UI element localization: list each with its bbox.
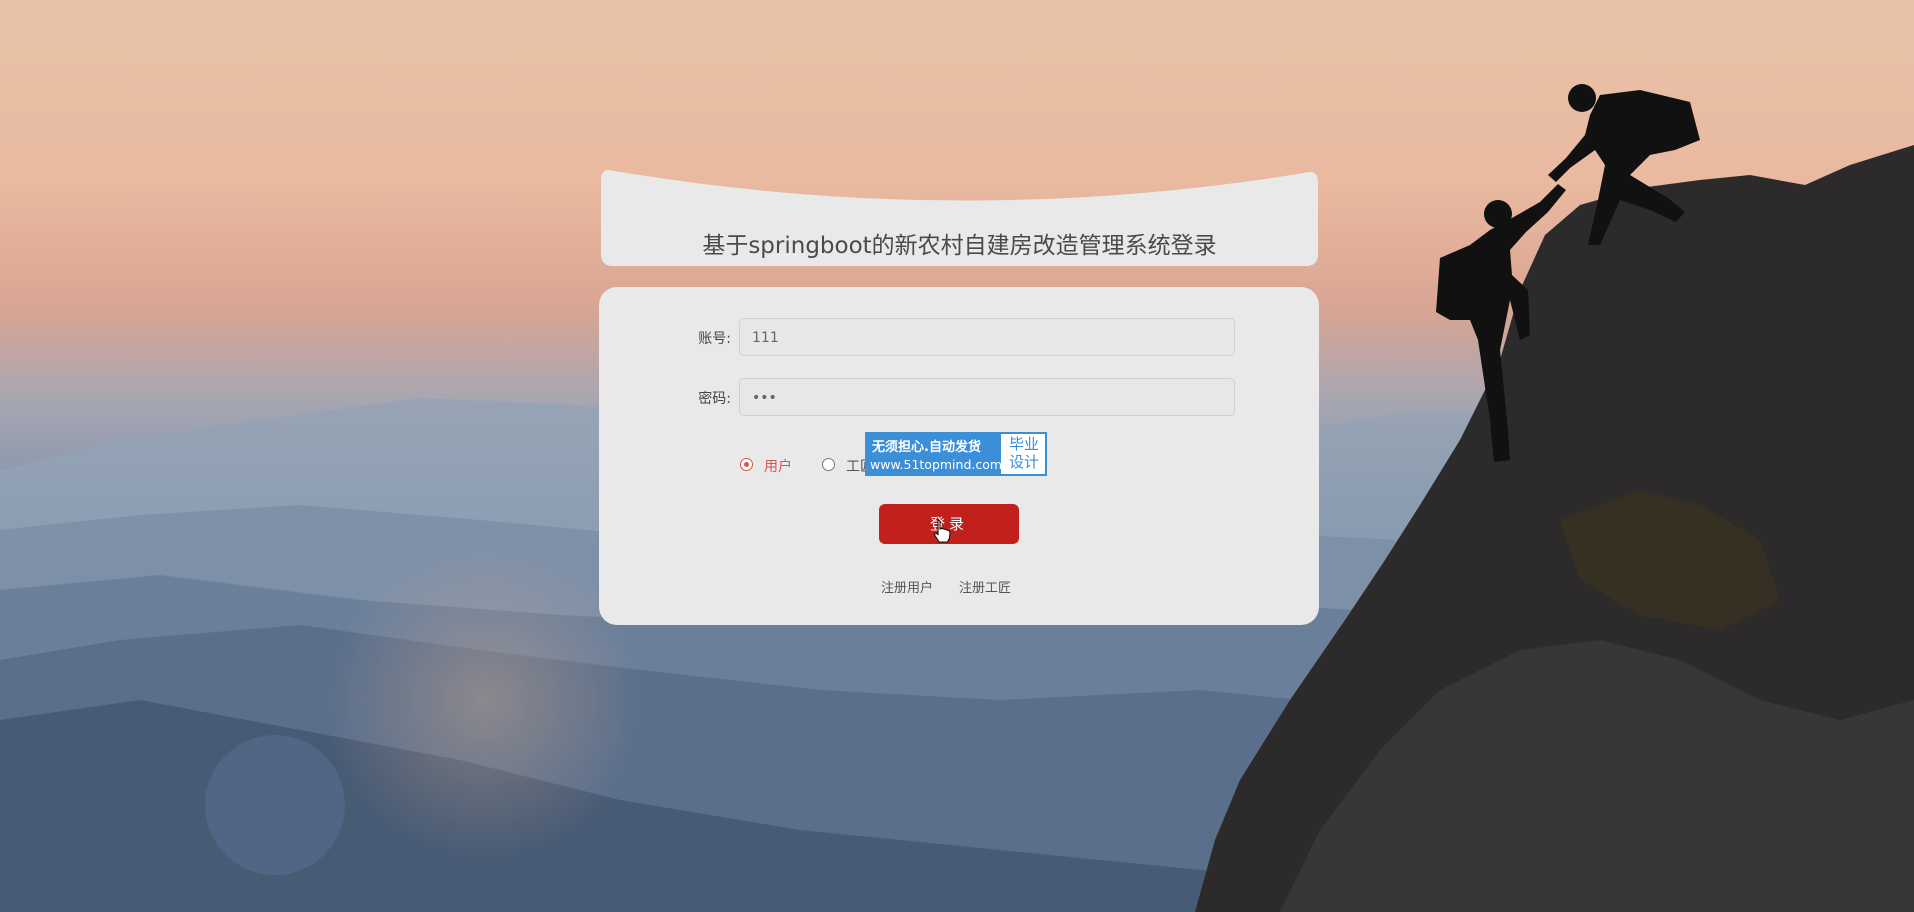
- account-input[interactable]: 111: [739, 318, 1235, 356]
- register-craftsman-link[interactable]: 注册工匠: [959, 577, 1011, 596]
- watermark-line2: www.51topmind.com: [870, 457, 1003, 472]
- password-label: 密码:: [698, 391, 731, 407]
- radio-unchecked-icon[interactable]: [822, 458, 835, 471]
- account-row: 账号: 111: [599, 318, 1319, 358]
- watermark-line1: 无须担心.自动发货: [872, 440, 981, 455]
- register-user-link[interactable]: 注册用户: [881, 577, 933, 596]
- title-card: 基于springboot的新农村自建房改造管理系统登录: [601, 170, 1318, 266]
- watermark-text-block: 无须担心.自动发货 www.51topmind.com: [867, 434, 1003, 474]
- page-title: 基于springboot的新农村自建房改造管理系统登录: [702, 233, 1217, 259]
- watermark-side-line2: 设计: [1008, 453, 1039, 471]
- watermark-side-line1: 毕业: [1008, 435, 1039, 453]
- account-label: 账号:: [698, 331, 731, 347]
- role-option-label: 用户: [764, 459, 792, 475]
- radio-checked-icon[interactable]: [740, 458, 753, 471]
- password-row: 密码: •••: [599, 378, 1319, 418]
- watermark-badge: 无须担心.自动发货 www.51topmind.com 毕业 设计: [865, 432, 1047, 476]
- login-form: 账号: 111 密码: ••• 用户 工匠 无须担心.自动发货 www.51to…: [599, 287, 1319, 625]
- login-page: 基于springboot的新农村自建房改造管理系统登录 账号: 111 密码: …: [0, 0, 1914, 912]
- watermark-side-label: 毕业 设计: [1004, 435, 1044, 471]
- password-input[interactable]: •••: [739, 378, 1235, 416]
- hand-cursor-icon: [934, 519, 951, 543]
